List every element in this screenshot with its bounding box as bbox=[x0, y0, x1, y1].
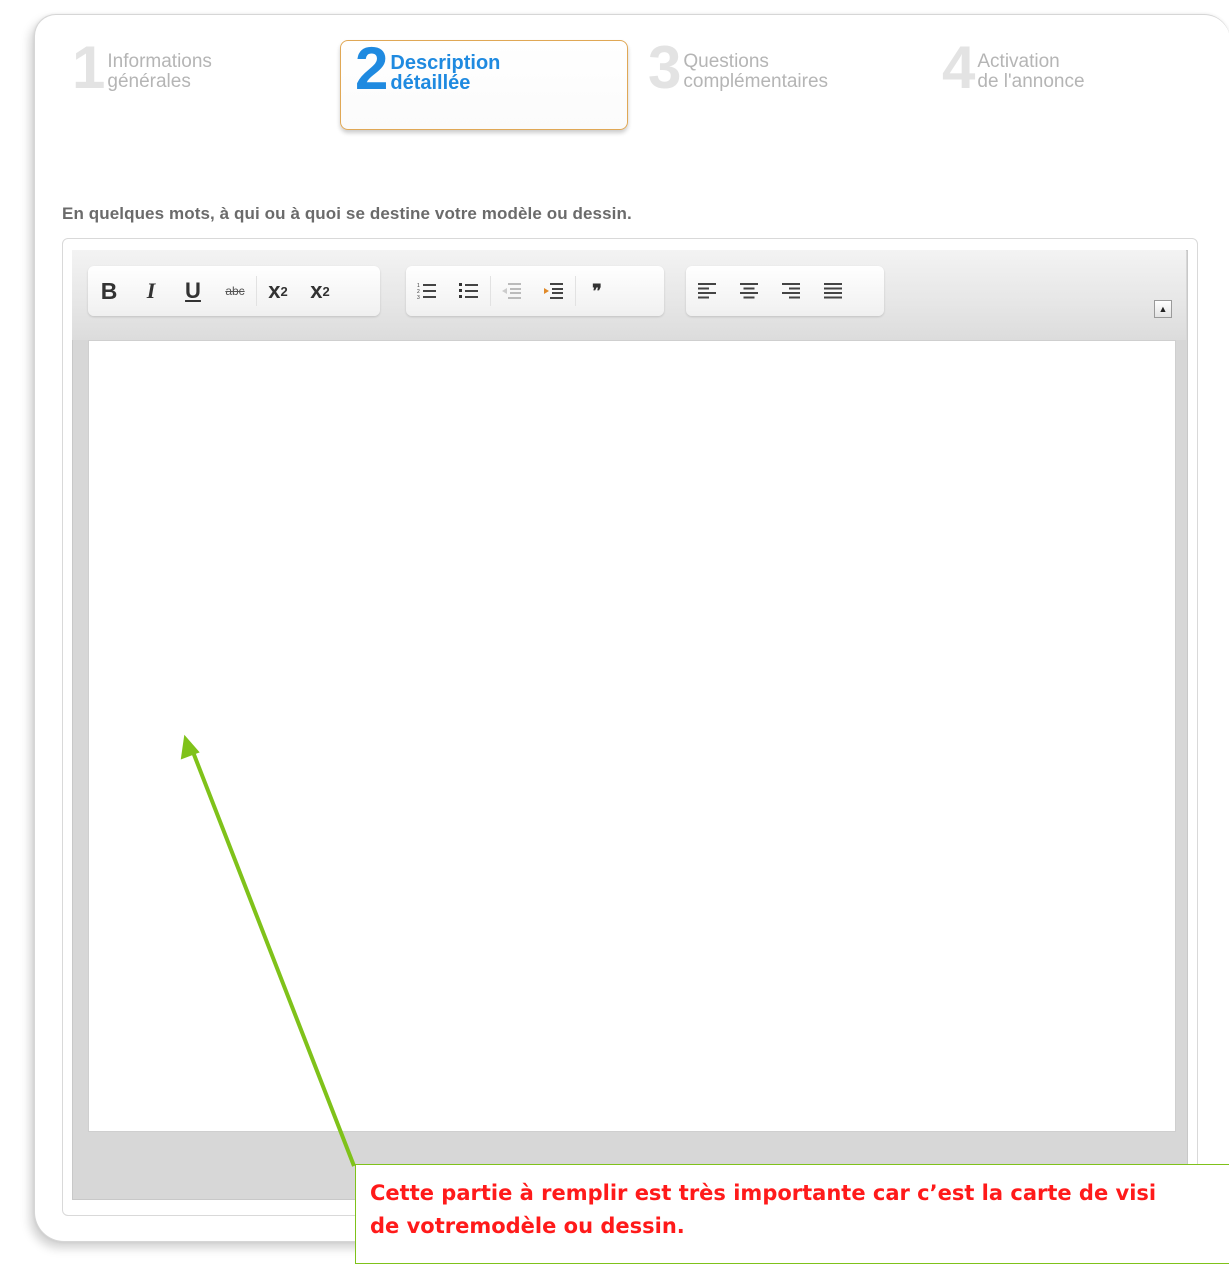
annotation-line-2: de votremodèle ou dessin. bbox=[370, 1214, 685, 1238]
annotation-arrow-icon bbox=[180, 734, 356, 1167]
annotation-line-1: Cette partie à remplir est très importan… bbox=[370, 1181, 1157, 1205]
annotation-callout: Cette partie à remplir est très importan… bbox=[355, 1164, 1229, 1264]
